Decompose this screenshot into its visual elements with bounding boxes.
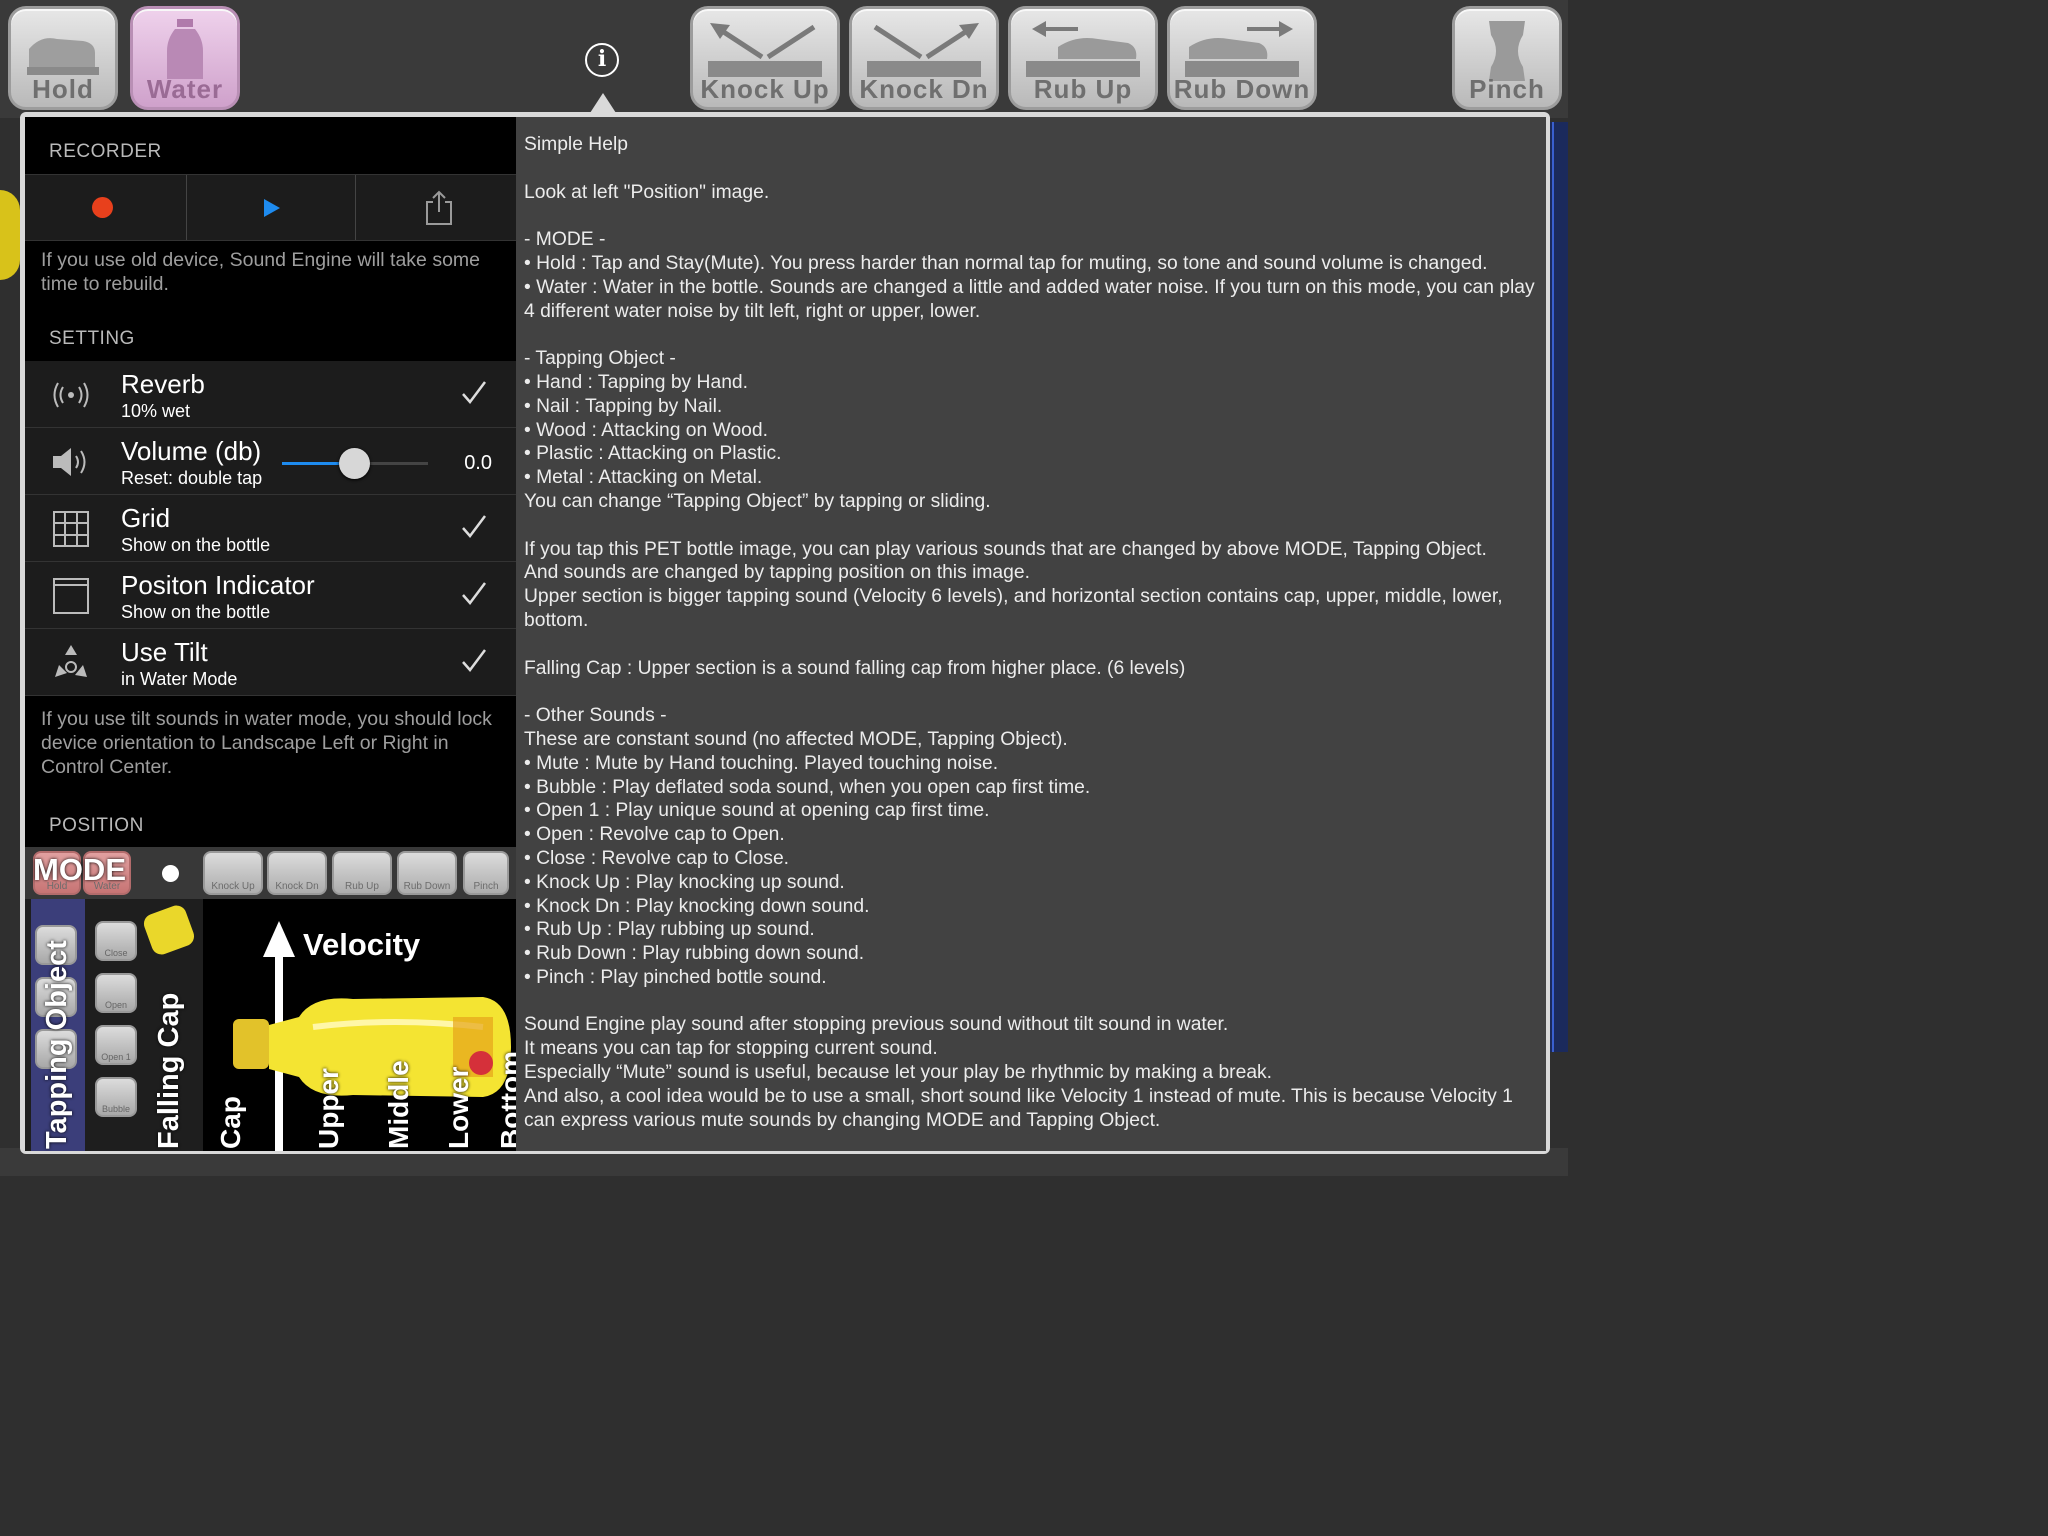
top-toolbar: Hold Water i Knock Up Knock Dn Rub Up Ru… [0, 0, 1568, 118]
checkmark-icon [462, 582, 486, 605]
mini-rub-down-label: Rub Down [403, 881, 451, 892]
rub-down-button[interactable]: Rub Down [1167, 6, 1317, 110]
checkmark-icon [462, 649, 486, 672]
middle-section-label: Middle [383, 1060, 414, 1149]
frame-icon [53, 578, 89, 614]
bottle-image-area: Velocity Cap Upper Middle Lower Bottom [203, 899, 516, 1151]
grid-setting[interactable]: Grid Show on the bottle [25, 495, 516, 562]
mini-close-button: Close [95, 921, 137, 961]
checkmark-icon [462, 515, 486, 538]
grid-title: Grid [121, 503, 171, 533]
share-icon [426, 190, 452, 225]
mini-open-button: Open [95, 973, 137, 1013]
knock-up-label: Knock Up [700, 74, 830, 104]
position-diagram: Hold Water MODE Knock Up Knock Dn Rub Up… [25, 847, 516, 1151]
checkmark-icon [462, 381, 486, 404]
mini-bubble-label: Bubble [101, 1104, 131, 1114]
position-indicator-subtitle: Show on the bottle [121, 602, 271, 622]
hold-label: Hold [32, 74, 94, 104]
knock-up-button[interactable]: Knock Up [690, 6, 840, 110]
knock-dn-label: Knock Dn [859, 74, 989, 104]
volume-title: Volume (db) [121, 436, 262, 466]
background-bottle-peek [0, 190, 20, 280]
volume-setting: Volume (db) Reset: double tap 0.0 [25, 428, 516, 495]
wireless-waves-icon [53, 382, 89, 408]
position-header: POSITION [49, 815, 144, 836]
setting-header: SETTING [49, 328, 135, 349]
tapping-object-label: Tapping Object [41, 940, 73, 1149]
mini-open-label: Open [104, 1000, 128, 1010]
volume-slider-knob[interactable] [339, 448, 370, 479]
velocity-label: Velocity [303, 927, 421, 962]
mini-pinch-button: Pinch [463, 851, 509, 895]
pinch-label: Pinch [1469, 74, 1545, 104]
volume-subtitle: Reset: double tap [121, 468, 263, 488]
lower-section-label: Lower [443, 1066, 474, 1149]
mini-close-label: Close [104, 948, 128, 958]
mini-knock-dn-button: Knock Dn [267, 851, 327, 895]
position-indicator-setting[interactable]: Positon Indicator Show on the bottle [25, 562, 516, 629]
share-button[interactable] [356, 175, 516, 240]
help-popover: RECORDER If you use old device, Sound En… [20, 112, 1550, 1154]
rub-up-button[interactable]: Rub Up [1008, 6, 1158, 110]
recorder-controls [25, 174, 516, 241]
reverb-subtitle: 10% wet [121, 401, 191, 421]
record-button[interactable] [25, 175, 187, 240]
knock-down-icon [867, 23, 981, 77]
tilt-note: If you use tilt sounds in water mode, yo… [41, 708, 492, 778]
rub-up-icon [1026, 21, 1140, 77]
mini-rub-down-button: Rub Down [397, 851, 457, 895]
speaker-icon [53, 448, 86, 476]
recorder-note: If you use old device, Sound Engine will… [41, 249, 481, 295]
upper-section-label: Upper [313, 1068, 344, 1149]
mini-knock-up-button: Knock Up [203, 851, 263, 895]
knock-up-icon [708, 23, 822, 77]
cap-section-label: Cap [215, 1096, 246, 1149]
recorder-header: RECORDER [49, 141, 162, 162]
mini-knock-dn-label: Knock Dn [275, 881, 319, 892]
position-indicator-title: Positon Indicator [121, 570, 315, 600]
tilt-arrows-icon [55, 645, 87, 677]
record-icon [92, 197, 113, 218]
rub-down-label: Rub Down [1173, 74, 1311, 104]
reverb-setting[interactable]: Reverb 10% wet [25, 361, 516, 428]
hand-hold-icon [27, 38, 99, 75]
knock-dn-button[interactable]: Knock Dn [849, 6, 999, 110]
mini-bubble-button: Bubble [95, 1077, 137, 1117]
grid-icon [53, 511, 89, 547]
grid-subtitle: Show on the bottle [121, 535, 271, 555]
play-button[interactable] [187, 175, 356, 240]
play-icon [264, 199, 280, 217]
volume-value: 0.0 [464, 452, 492, 474]
pinch-button[interactable]: Pinch [1452, 6, 1562, 110]
falling-cap-icon [141, 902, 197, 958]
water-label: Water [146, 74, 224, 104]
info-icon[interactable]: i [585, 43, 619, 77]
mini-toolbar: Hold Water MODE Knock Up Knock Dn Rub Up… [25, 847, 516, 899]
mini-rub-up-button: Rub Up [332, 851, 392, 895]
settings-panel: RECORDER If you use old device, Sound En… [25, 117, 516, 1151]
use-tilt-subtitle: in Water Mode [121, 669, 238, 689]
hold-button[interactable]: Hold [8, 6, 118, 110]
rub-down-icon [1185, 21, 1299, 77]
mini-info-icon [162, 865, 179, 882]
mini-rub-up-label: Rub Up [345, 881, 379, 892]
rub-up-label: Rub Up [1033, 74, 1133, 104]
help-text-panel: Simple Help Look at left "Position" imag… [516, 117, 1546, 1151]
use-tilt-setting[interactable]: Use Tilt in Water Mode [25, 629, 516, 696]
mini-pinch-label: Pinch [473, 881, 499, 892]
reverb-title: Reverb [121, 369, 205, 399]
bottom-section-label: Bottom [495, 1051, 516, 1149]
mini-knock-up-label: Knock Up [211, 881, 255, 892]
falling-cap-label: Falling Cap [153, 992, 185, 1149]
use-tilt-title: Use Tilt [121, 637, 208, 667]
mini-open1-label: Open 1 [101, 1052, 131, 1062]
mini-open1-button: Open 1 [95, 1025, 137, 1065]
popover-pointer [590, 93, 616, 113]
water-button[interactable]: Water [130, 6, 240, 110]
mode-label: MODE [33, 852, 126, 887]
